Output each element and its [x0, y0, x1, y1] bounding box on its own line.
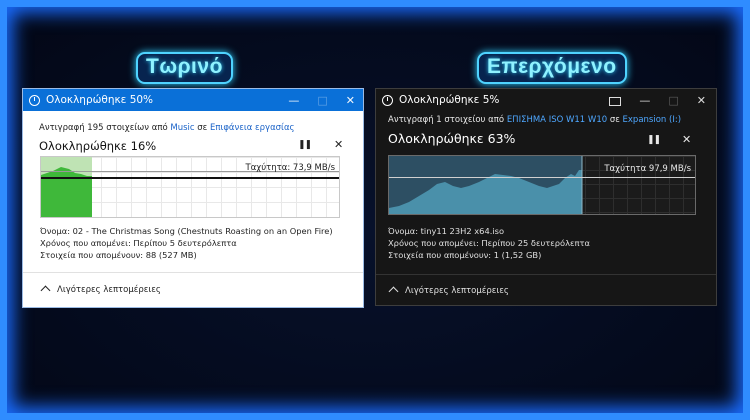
speed-label: Ταχύτητα: 73,9 MB/s	[245, 163, 336, 173]
desc-prefix: Αντιγραφή 195 στοιχείων από	[39, 123, 168, 133]
copy-dialog-upcoming: Ολοκληρώθηκε 5% — □ ✕ Αντιγραφή 1 στοιχε…	[375, 88, 717, 306]
pause-icon[interactable]: ❚❚	[298, 140, 312, 150]
copy-description: Αντιγραφή 195 στοιχείων από Music σε Επι…	[39, 123, 295, 133]
title-bar[interactable]: Ολοκληρώθηκε 50% — □ ✕	[23, 89, 363, 111]
maximize-icon[interactable]: □	[668, 94, 678, 107]
clock-icon	[29, 94, 40, 106]
divider	[23, 272, 363, 273]
fewer-details-button[interactable]: Λιγότερες λεπτομέρειες	[40, 285, 161, 296]
speed-area-fill	[41, 167, 92, 217]
desc-mid: σε	[197, 123, 208, 133]
fewer-details-label: Λιγότερες λεπτομέρειες	[405, 286, 509, 296]
clock-icon	[382, 94, 393, 106]
heading-current: Τωρινό	[136, 52, 233, 84]
close-icon[interactable]: ✕	[346, 94, 355, 107]
close-icon[interactable]: ✕	[697, 94, 706, 107]
destination-link[interactable]: Επιφάνεια εργασίας	[210, 123, 295, 133]
cancel-button[interactable]: ✕	[682, 133, 691, 146]
divider	[376, 274, 716, 275]
minimize-icon[interactable]: —	[639, 94, 650, 107]
fewer-details-button[interactable]: Λιγότερες λεπτομέρειες	[388, 286, 509, 297]
chevron-up-icon	[40, 285, 51, 296]
fewer-details-label: Λιγότερες λεπτομέρειες	[57, 285, 161, 295]
copy-dialog-current: Ολοκληρώθηκε 50% — □ ✕ Αντιγραφή 195 στο…	[22, 88, 364, 308]
desc-prefix: Αντιγραφή 1 στοιχείου από	[388, 115, 505, 125]
title-bar[interactable]: Ολοκληρώθηκε 5% — □ ✕	[376, 89, 716, 111]
percent-complete: Ολοκληρώθηκε 16%	[39, 139, 157, 153]
copy-description: Αντιγραφή 1 στοιχείου από ΕΠΙΣΗΜΑ ISO W1…	[388, 115, 681, 125]
destination-link[interactable]: Expansion (I:)	[623, 115, 681, 125]
source-link[interactable]: ΕΠΙΣΗΜΑ ISO W11 W10	[507, 115, 607, 125]
speed-graph: Ταχύτητα: 73,9 MB/s	[40, 156, 340, 218]
source-link[interactable]: Music	[170, 123, 194, 133]
window-title: Ολοκληρώθηκε 50%	[46, 94, 154, 106]
items-remaining: Στοιχεία που απομένουν: 88 (527 MB)	[40, 250, 197, 260]
desc-mid: σε	[609, 115, 620, 125]
pause-icon[interactable]: ❚❚	[647, 135, 661, 145]
maximize-icon[interactable]: □	[317, 94, 327, 107]
time-remaining: Χρόνος που απομένει: Περίπου 5 δευτερόλε…	[40, 238, 237, 248]
speed-graph: Ταχύτητα 97,9 MB/s	[388, 155, 696, 215]
time-remaining: Χρόνος που απομένει: Περίπου 25 δευτερόλ…	[388, 238, 590, 248]
speed-line	[41, 177, 339, 179]
window-title: Ολοκληρώθηκε 5%	[399, 94, 500, 106]
compact-view-icon[interactable]	[609, 96, 622, 106]
items-remaining: Στοιχεία που απομένουν: 1 (1,52 GB)	[388, 250, 542, 260]
speed-line	[389, 177, 695, 178]
name-line: Όνομα: tiny11 23H2 x64.iso	[388, 226, 505, 236]
minimize-icon[interactable]: —	[288, 94, 299, 107]
percent-complete: Ολοκληρώθηκε 63%	[388, 131, 516, 146]
name-line: Όνομα: 02 - The Christmas Song (Chestnut…	[40, 226, 333, 236]
heading-upcoming: Επερχόμενο	[477, 52, 627, 84]
chevron-up-icon	[388, 286, 399, 297]
speed-label: Ταχύτητα 97,9 MB/s	[604, 164, 691, 174]
cancel-button[interactable]: ✕	[334, 138, 343, 151]
